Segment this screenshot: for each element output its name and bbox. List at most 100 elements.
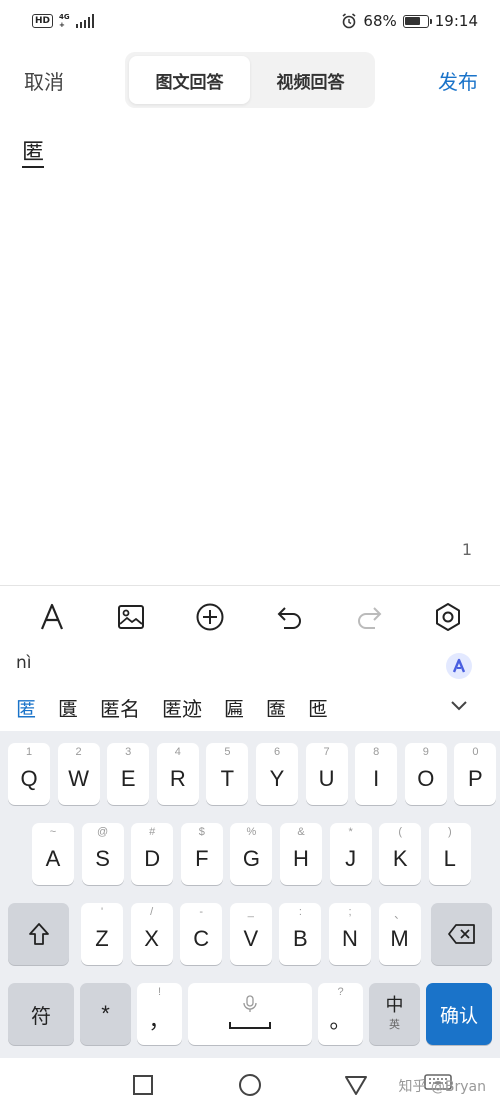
- key-hint: _: [247, 906, 254, 918]
- backspace-key[interactable]: [431, 903, 492, 965]
- ime-logo-icon[interactable]: [446, 653, 472, 679]
- key-label: G: [242, 846, 260, 871]
- key-z[interactable]: ' Z: [81, 903, 123, 965]
- key-label: Q: [20, 766, 38, 791]
- star-key[interactable]: *: [80, 983, 131, 1045]
- key-w[interactable]: 2W: [57, 743, 100, 805]
- battery-icon: [402, 14, 432, 28]
- settings-icon[interactable]: [428, 597, 468, 637]
- tab-image-text-answer[interactable]: 图文回答: [129, 56, 250, 104]
- pinyin-composition: nì: [16, 653, 32, 673]
- publish-button[interactable]: 发布: [438, 66, 478, 95]
- key-y[interactable]: 6Y: [256, 743, 298, 805]
- key-k[interactable]: (K: [379, 823, 422, 885]
- key-label: J: [345, 846, 357, 871]
- key-v[interactable]: _ V: [229, 903, 272, 965]
- key-l[interactable]: ) L: [428, 823, 471, 885]
- chevron-down-icon[interactable]: [444, 691, 474, 721]
- symbol-key[interactable]: 符: [8, 983, 74, 1045]
- system-nav-bar: 知乎 @Bryan: [0, 1058, 500, 1111]
- key-u[interactable]: 7U: [305, 743, 348, 805]
- key-e[interactable]: 3E: [107, 743, 150, 805]
- key-d[interactable]: # D: [131, 823, 174, 885]
- candidate-item[interactable]: 匿名: [100, 693, 140, 722]
- key-label: F: [195, 846, 209, 871]
- candidate-item[interactable]: 匾: [224, 693, 244, 722]
- status-right: 68% 19:14: [341, 12, 478, 30]
- answer-editor[interactable]: 匿: [22, 140, 478, 560]
- candidate-list: 匿 匱 匿名 匿迹 匾 匲 匜: [0, 689, 500, 725]
- key-q[interactable]: 1Q: [8, 743, 50, 805]
- key-hint: -: [199, 906, 204, 918]
- candidate-item[interactable]: 匱: [58, 693, 78, 722]
- candidate-item[interactable]: 匲: [266, 693, 286, 722]
- key-m[interactable]: 、 M: [378, 903, 421, 965]
- comma-key-label: ，: [148, 1008, 171, 1033]
- cancel-button[interactable]: 取消: [24, 66, 64, 95]
- key-hint: 5: [224, 746, 231, 758]
- key-label: C: [193, 926, 210, 951]
- network-type-label: 4G: [59, 13, 70, 21]
- key-label: M: [390, 926, 409, 951]
- key-h[interactable]: & H: [280, 823, 322, 885]
- key-hint: @: [97, 826, 109, 838]
- signal-icon: [75, 14, 95, 28]
- key-label: A: [45, 846, 61, 871]
- key-c[interactable]: -C: [180, 903, 223, 965]
- key-label: W: [68, 766, 89, 791]
- key-hint: 6: [273, 746, 281, 758]
- candidate-item[interactable]: 匜: [308, 693, 328, 722]
- network-type: 4G +: [59, 13, 70, 29]
- shift-arrow-icon: [28, 923, 49, 945]
- comma-key[interactable]: ! ，: [137, 983, 182, 1045]
- tab-video-answer[interactable]: 视频回答: [250, 56, 371, 104]
- key-a[interactable]: ~ A: [32, 823, 74, 885]
- add-circle-icon[interactable]: [190, 597, 230, 637]
- language-switch-key[interactable]: 中 英: [369, 983, 420, 1045]
- key-j[interactable]: * J: [329, 823, 372, 885]
- key-hint: 0: [472, 746, 479, 758]
- key-hint: 4: [174, 746, 181, 758]
- clock: 19:14: [434, 12, 478, 30]
- key-label: Z: [95, 926, 109, 951]
- undo-icon[interactable]: [270, 597, 310, 637]
- key-hint: 、: [394, 909, 406, 921]
- key-i[interactable]: 8I: [355, 743, 398, 805]
- key-label: N: [342, 926, 358, 951]
- space-key[interactable]: [188, 983, 312, 1045]
- key-f[interactable]: $ F: [180, 823, 223, 885]
- candidate-item[interactable]: 匿: [16, 693, 36, 722]
- key-o[interactable]: 9O: [404, 743, 447, 805]
- key-label: D: [144, 846, 161, 871]
- key-label: V: [243, 926, 259, 951]
- period-key[interactable]: ? 。: [318, 983, 363, 1045]
- key-s[interactable]: @ S: [81, 823, 124, 885]
- key-label: E: [120, 766, 136, 791]
- key-label: R: [169, 766, 186, 791]
- key-g[interactable]: % G: [230, 823, 273, 885]
- home-icon[interactable]: [237, 1072, 263, 1098]
- key-n[interactable]: ; N: [329, 903, 371, 965]
- composing-text: 匿: [22, 140, 45, 168]
- key-label: P: [468, 766, 483, 791]
- editor-toolbar: [0, 585, 500, 647]
- symbol-key-label: 符: [31, 1003, 51, 1028]
- shift-key[interactable]: [8, 903, 69, 965]
- candidate-item[interactable]: 匿迹: [162, 693, 202, 722]
- network-sub-label: +: [59, 21, 65, 29]
- recent-apps-icon[interactable]: [130, 1072, 156, 1098]
- key-label: B: [293, 926, 308, 951]
- key-r[interactable]: 4R: [156, 743, 199, 805]
- key-hint: #: [149, 826, 156, 838]
- language-key-label: 中: [385, 995, 404, 1016]
- key-x[interactable]: / X: [130, 903, 173, 965]
- text-format-icon[interactable]: [32, 597, 72, 637]
- confirm-button[interactable]: 确认: [426, 983, 492, 1045]
- key-b[interactable]: :B: [279, 903, 322, 965]
- redo-icon[interactable]: [349, 597, 389, 637]
- key-t[interactable]: 5T: [206, 743, 249, 805]
- back-icon[interactable]: [343, 1072, 369, 1098]
- key-label: O: [417, 766, 435, 791]
- key-p[interactable]: 0P: [454, 743, 497, 805]
- image-icon[interactable]: [111, 597, 151, 637]
